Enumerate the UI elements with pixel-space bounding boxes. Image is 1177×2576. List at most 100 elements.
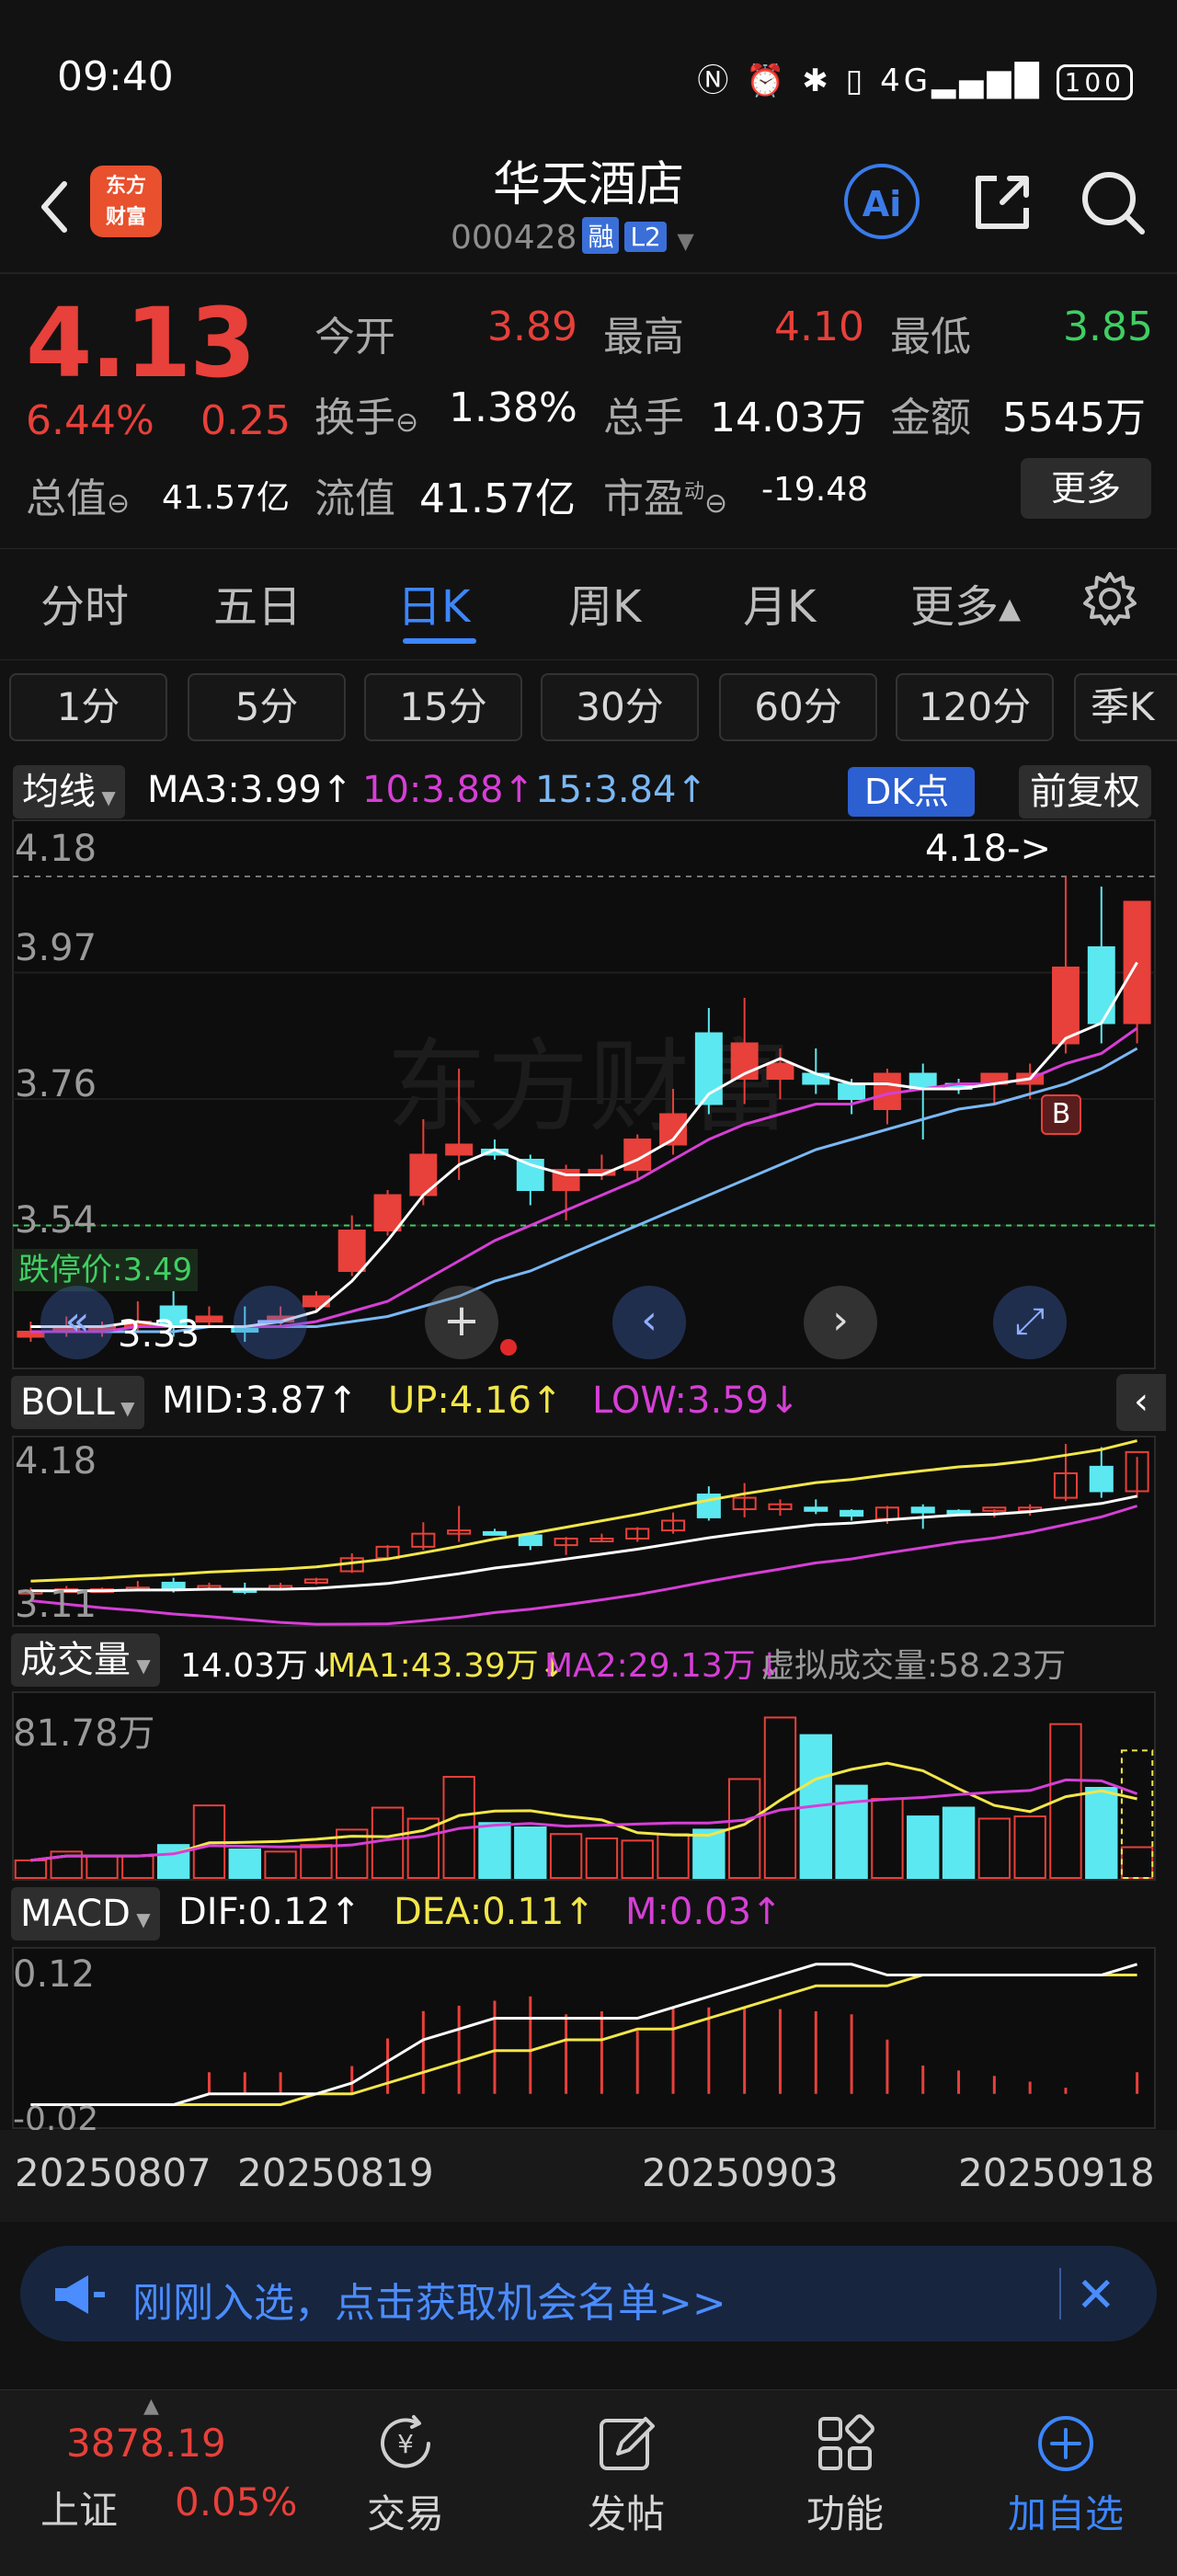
amount-value: 5545万 xyxy=(1002,395,1146,441)
boll-chart[interactable] xyxy=(0,1435,1177,1628)
alarm-icon: ⏰ xyxy=(746,63,789,99)
mktcap-label[interactable]: 总值⊖ xyxy=(26,465,130,524)
header-divider xyxy=(0,272,1177,274)
nav-post-label: 发帖 xyxy=(587,2491,665,2536)
scroll-left-button[interactable]: ‹ xyxy=(612,1286,686,1359)
nfc-icon: Ⓝ xyxy=(697,63,733,99)
l2-tag: L2 xyxy=(624,222,667,252)
collapse-panel-button[interactable]: ‹ xyxy=(1116,1374,1166,1431)
date-label-3: 20250903 xyxy=(642,2150,839,2195)
scroll-left-fast-button[interactable]: « xyxy=(40,1286,114,1359)
bluetooth-icon: ✱ xyxy=(802,63,832,99)
tab-monthly-k[interactable]: 月K xyxy=(743,570,816,635)
chevron-down-icon: ▼ xyxy=(131,1654,151,1677)
index-change[interactable]: 0.05% xyxy=(175,2479,297,2524)
boll-bar-body xyxy=(804,1506,828,1512)
macd-dropdown-label: MACD xyxy=(20,1893,131,1935)
nav-add-watchlist[interactable]: 加自选 xyxy=(997,2391,1135,2575)
fullscreen-button[interactable]: ⤢ xyxy=(993,1286,1067,1359)
period-30min[interactable]: 30分 xyxy=(541,673,699,741)
candle-body xyxy=(337,1230,366,1272)
index-value[interactable]: 3878.19 xyxy=(66,2421,226,2466)
dk-point-button[interactable]: DK点 xyxy=(848,767,976,817)
tab-five-day[interactable]: 五日 xyxy=(213,570,302,635)
nav-functions[interactable]: 功能 xyxy=(776,2391,914,2575)
macd-dif: DIF:0.12↑ xyxy=(178,1891,361,1933)
search-icon[interactable] xyxy=(1076,166,1149,239)
more-quote-button[interactable]: 更多 xyxy=(1021,458,1151,519)
gear-icon[interactable] xyxy=(1081,570,1138,627)
plus-icon: + xyxy=(442,1295,481,1346)
boll-bar-body xyxy=(910,1506,935,1514)
date-label-1: 20250807 xyxy=(15,2150,211,2195)
tab-daily-k[interactable]: 日K xyxy=(397,570,470,635)
tab-intraday[interactable]: 分时 xyxy=(40,570,129,635)
low-value: 3.85 xyxy=(1063,303,1153,350)
boll-bar-body xyxy=(840,1509,864,1517)
adjust-mode-button[interactable]: 前复权 xyxy=(1019,765,1151,819)
period-60min[interactable]: 60分 xyxy=(719,673,877,741)
mktcap-value: 41.57亿 xyxy=(162,479,291,517)
turnover-value: 1.38% xyxy=(449,384,577,431)
period-1min[interactable]: 1分 xyxy=(9,673,167,741)
buy-marker[interactable]: B xyxy=(1041,1094,1081,1135)
boll-mid: MID:3.87↑ xyxy=(162,1380,359,1422)
volume-current: 14.03万↓ xyxy=(180,1647,337,1685)
index-name[interactable]: 上证 xyxy=(40,2479,118,2536)
stock-code-selector[interactable]: 000428 融 L2 ▼ xyxy=(451,217,694,257)
candle-body xyxy=(445,1143,474,1156)
boll-low: LOW:3.59↓ xyxy=(592,1380,800,1422)
period-120min[interactable]: 120分 xyxy=(896,673,1054,741)
watermark-text: 东方财富 xyxy=(386,1028,791,1146)
price-axis-4: 3.54 xyxy=(15,1199,97,1242)
pe-label[interactable]: 市盈动⊖ xyxy=(603,465,727,524)
low-label: 最低 xyxy=(890,314,971,361)
high-value: 4.10 xyxy=(774,303,864,350)
macd-axis-top: 0.12 xyxy=(13,1953,96,1996)
banner-divider xyxy=(1059,2268,1061,2319)
tab-weekly-k[interactable]: 周K xyxy=(568,570,641,635)
zoom-in-button[interactable]: + xyxy=(425,1286,498,1359)
scroll-right-button[interactable]: › xyxy=(804,1286,877,1359)
pe-superscript: 动 xyxy=(684,480,705,504)
virtual-volume: 虚拟成交量:58.23万 xyxy=(761,1647,1067,1685)
nav-trade[interactable]: ¥ 交易 xyxy=(337,2391,474,2575)
volume-bar xyxy=(228,1848,261,1880)
nav-post[interactable]: 发帖 xyxy=(557,2391,695,2575)
macd-chart[interactable] xyxy=(0,1946,1177,2130)
period-15min[interactable]: 15分 xyxy=(364,673,522,741)
volume-dropdown[interactable]: 成交量 ▼ xyxy=(11,1633,160,1687)
close-icon[interactable]: ✕ xyxy=(1076,2268,1116,2323)
banner-text[interactable]: 刚刚入选，点击获取机会名单>> xyxy=(132,2270,726,2329)
tab-more[interactable]: 更多▴ xyxy=(910,570,1021,635)
active-tab-indicator xyxy=(403,638,476,644)
volume-chart[interactable] xyxy=(0,1690,1177,1882)
candle-body xyxy=(1087,946,1115,1025)
ai-button[interactable]: Ai xyxy=(844,164,920,239)
macd-dropdown[interactable]: MACD ▼ xyxy=(11,1887,160,1941)
ma10-value: 10:3.88↑ xyxy=(362,769,534,811)
float-value: 41.57亿 xyxy=(419,475,576,522)
expand-icon: ⤢ xyxy=(1015,1300,1045,1343)
zoom-out-button[interactable]: − xyxy=(234,1286,307,1359)
chevron-down-icon: ▼ xyxy=(130,1908,151,1930)
limit-down-price: 跌停价:3.49 xyxy=(13,1249,199,1291)
candle-body xyxy=(838,1082,866,1100)
turnover-label-text: 换手 xyxy=(314,395,395,441)
volume-bar xyxy=(907,1815,940,1879)
info-icon: ⊖ xyxy=(107,487,131,520)
ma-dropdown[interactable]: 均线 ▼ xyxy=(13,765,125,819)
share-icon[interactable] xyxy=(966,166,1039,239)
candle-body xyxy=(1051,967,1080,1045)
period-quarter[interactable]: 季K xyxy=(1074,673,1177,741)
chevron-down-icon: ▼ xyxy=(114,1397,135,1419)
nav-add-watchlist-label: 加自选 xyxy=(1007,2491,1124,2536)
turnover-label[interactable]: 换手⊖ xyxy=(314,384,418,443)
margin-tag: 融 xyxy=(582,217,620,254)
minus-icon: − xyxy=(253,1298,288,1345)
ma3-value: MA3:3.99↑ xyxy=(147,769,353,811)
period-5min[interactable]: 5分 xyxy=(188,673,346,741)
boll-dropdown[interactable]: BOLL ▼ xyxy=(11,1376,144,1429)
info-icon: ⊖ xyxy=(395,406,419,439)
candle-body xyxy=(766,1062,794,1080)
